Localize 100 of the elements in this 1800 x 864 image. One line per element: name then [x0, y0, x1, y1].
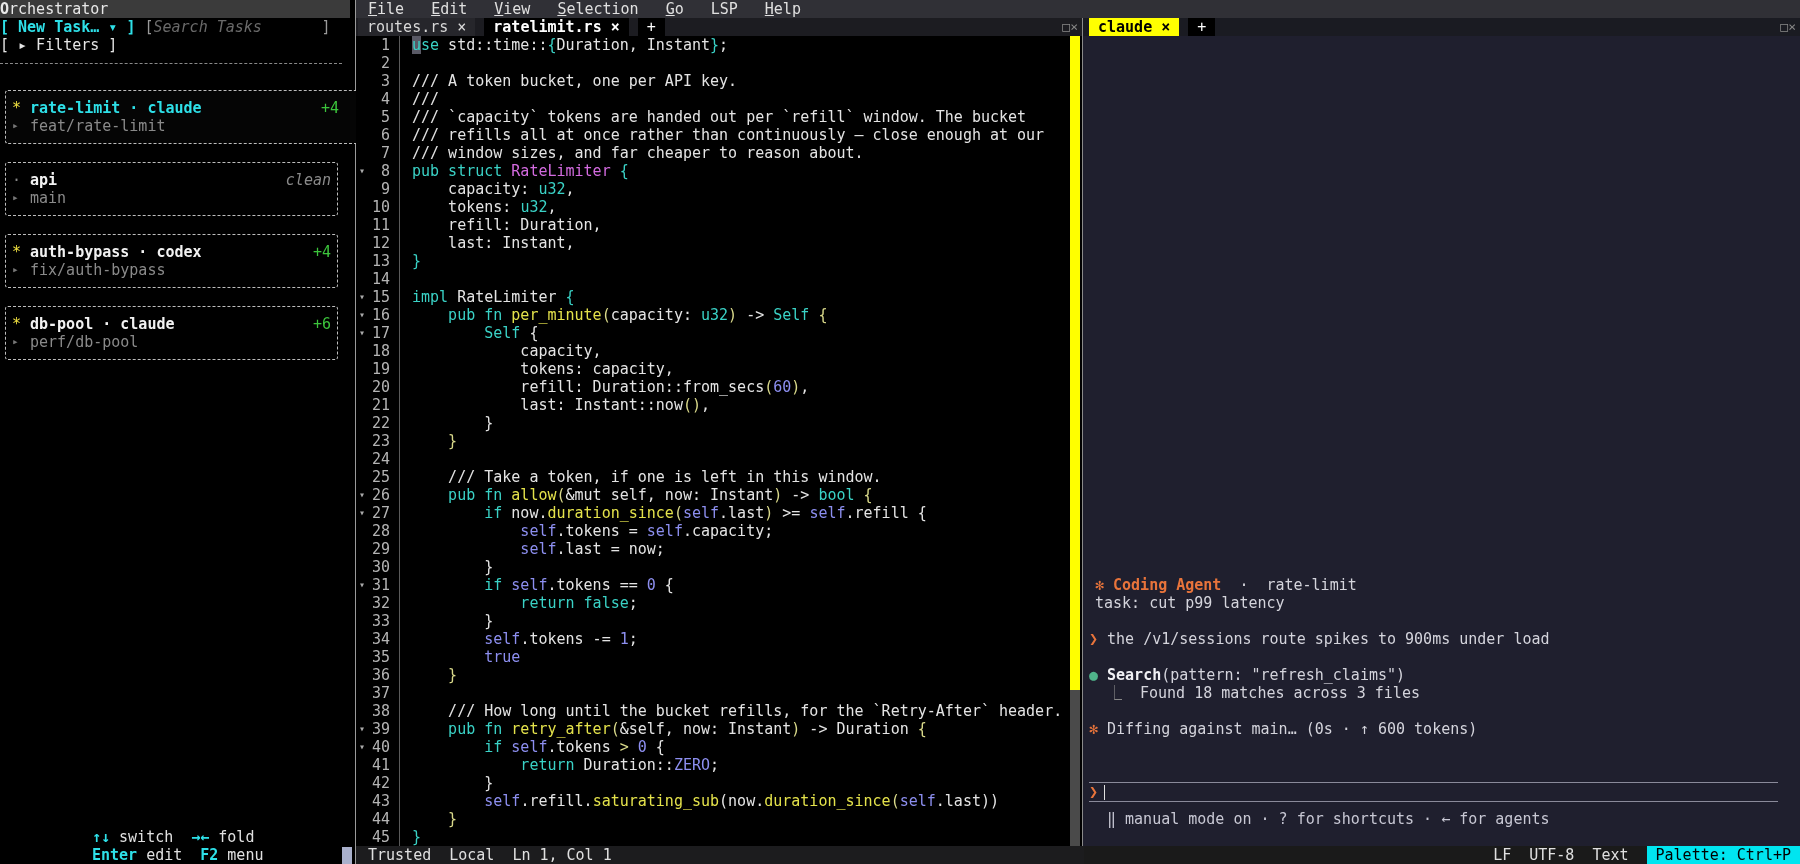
- line-number: 40: [370, 738, 390, 756]
- new-tab-button[interactable]: +: [637, 18, 665, 36]
- tool-status-dot: ●: [1089, 666, 1099, 684]
- code-line: tokens: capacity,: [519, 360, 674, 378]
- code-line: refill: Duration,: [447, 216, 602, 234]
- status-item: Local: [449, 846, 495, 864]
- task-card[interactable]: * rate-limit · claude +4 ▸ feat/rate-limit: [5, 90, 356, 144]
- fold-icon[interactable]: ▾: [359, 306, 365, 324]
- line-number: 23: [370, 432, 390, 450]
- code-line: capacity: u32,: [447, 180, 575, 198]
- code-line: ///: [412, 90, 440, 108]
- menu-item[interactable]: File: [368, 0, 405, 18]
- agent-tab[interactable]: claude ×: [1089, 18, 1180, 36]
- shortcut-label: fold: [218, 828, 255, 846]
- status-item: Ln 1, Col 1: [512, 846, 612, 864]
- line-number: 26: [370, 486, 390, 504]
- code-line: /// `capacity` tokens are handed out per `refill` window. The bucket: [412, 108, 1027, 126]
- code-line: refill: Duration::from_secs(60),: [519, 378, 810, 396]
- shortcut-key: →←: [191, 828, 210, 846]
- code-line: }: [483, 612, 494, 630]
- menu-item[interactable]: Selection: [557, 0, 639, 18]
- fold-icon[interactable]: ▾: [359, 486, 365, 504]
- task-card[interactable]: · api clean ▸ main: [5, 162, 338, 216]
- shortcut-key: F2: [200, 846, 219, 864]
- scrollbar-thumb[interactable]: [342, 847, 352, 864]
- filters-button[interactable]: [ ▸ Filters ]: [0, 36, 118, 54]
- fold-icon[interactable]: ▾: [359, 720, 365, 738]
- close-button[interactable]: ×: [1070, 18, 1078, 36]
- new-task-button[interactable]: [ New Task… ▾ ]: [0, 18, 136, 36]
- code-line: /// refills all at once rather than continuously — close enough at our: [412, 126, 1045, 144]
- code-line: return false;: [519, 594, 638, 612]
- maximize-button[interactable]: □: [1780, 18, 1789, 36]
- scrollbar[interactable]: [1070, 36, 1080, 846]
- fold-icon[interactable]: ▾: [359, 162, 365, 180]
- shortcut-label: menu: [227, 846, 264, 864]
- line-number: 44: [370, 810, 390, 828]
- search-field[interactable]: Search Tasks: [153, 18, 322, 36]
- tab-close[interactable]: ×: [1161, 18, 1171, 36]
- tab-close[interactable]: ×: [457, 18, 467, 36]
- mode-hint: ‖ manual mode on · ? for shortcuts · ← for agents: [1106, 810, 1551, 828]
- code-line: if now.duration_since(self.last) >= self.refill {: [483, 504, 927, 522]
- task-name: rate-limit: [1266, 576, 1357, 594]
- agent-name: Coding Agent: [1113, 576, 1222, 594]
- code-line: if self.tokens > 0 {: [483, 738, 665, 756]
- branch-marker: ▸: [12, 190, 20, 206]
- prompt-input[interactable]: ❯: [1089, 783, 1778, 801]
- line-number: 25: [370, 468, 390, 486]
- menu-item[interactable]: Go: [665, 0, 684, 18]
- code-line: return Duration::ZERO;: [519, 756, 720, 774]
- code-line: pub struct RateLimiter {: [412, 162, 629, 180]
- palette-button[interactable]: Palette: Ctrl+P: [1646, 846, 1800, 864]
- code-line: capacity,: [519, 342, 602, 360]
- line-number: 36: [370, 666, 390, 684]
- fold-icon[interactable]: ▾: [359, 504, 365, 522]
- shortcut-label: edit: [146, 846, 183, 864]
- code-line: }: [447, 666, 458, 684]
- branch-marker: ▸: [12, 118, 20, 134]
- code-line: if self.tokens == 0 {: [483, 576, 674, 594]
- new-tab-button[interactable]: +: [1188, 18, 1216, 36]
- code-line: }: [483, 558, 494, 576]
- editor-tab[interactable]: ratelimit.rs ×: [484, 18, 629, 36]
- task-card[interactable]: * auth-bypass · codex +4 ▸ fix/auth-bypass: [5, 234, 338, 288]
- tab-close[interactable]: ×: [610, 18, 620, 36]
- menu-item[interactable]: Help: [764, 0, 801, 18]
- line-number: 33: [370, 612, 390, 630]
- app-title: Orchestrator: [0, 0, 350, 18]
- code-line: self.tokens -= 1;: [483, 630, 638, 648]
- menu-item[interactable]: LSP: [710, 0, 738, 18]
- menu-item[interactable]: Edit: [431, 0, 468, 18]
- fold-icon[interactable]: ▾: [359, 324, 365, 342]
- code-line: /// A token bucket, one per API key.: [412, 72, 738, 90]
- branch-name: feat/rate-limit: [30, 117, 166, 135]
- tool-result: Found 18 matches across 3 files: [1140, 684, 1420, 702]
- code-line: /// How long until the bucket refills, for the `Retry-After` header.: [447, 702, 1063, 720]
- menu-item[interactable]: View: [494, 0, 531, 18]
- fold-icon[interactable]: ▾: [359, 576, 365, 594]
- line-number: 19: [370, 360, 390, 378]
- branch-marker: ▸: [12, 334, 20, 350]
- fold-icon[interactable]: ▾: [359, 738, 365, 756]
- editor-tab[interactable]: routes.rs ×: [358, 18, 476, 36]
- code-line: }: [483, 414, 494, 432]
- maximize-button[interactable]: □: [1062, 18, 1071, 36]
- line-number: 9: [379, 180, 390, 198]
- fold-icon[interactable]: ▾: [359, 288, 365, 306]
- line-number: 27: [370, 504, 390, 522]
- line-number: 1: [379, 36, 390, 54]
- code-line: Self {: [483, 324, 539, 342]
- close-button[interactable]: ×: [1788, 18, 1796, 36]
- line-number: 2: [379, 54, 390, 72]
- task-marker: ·: [12, 171, 23, 189]
- line-number: 20: [370, 378, 390, 396]
- line-number: 14: [370, 270, 390, 288]
- line-number: 43: [370, 792, 390, 810]
- line-number: 24: [370, 450, 390, 468]
- status-item: Text: [1592, 846, 1629, 864]
- code-line: /// Take a token, if one is left in this window.: [447, 468, 882, 486]
- task-card[interactable]: * db-pool · claude +6 ▸ perf/db-pool: [5, 306, 338, 360]
- line-number: 5: [379, 108, 390, 126]
- task-title: db-pool · claude: [30, 315, 175, 333]
- task-title: api: [30, 171, 58, 189]
